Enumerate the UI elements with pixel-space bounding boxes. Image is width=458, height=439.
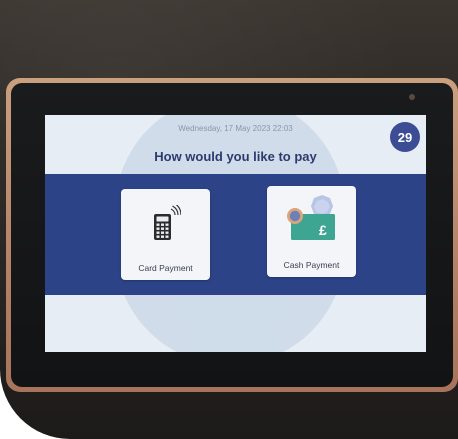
camera-sensor bbox=[409, 94, 415, 100]
card-payment-label: Card Payment bbox=[138, 263, 193, 273]
cash-icon: £ bbox=[287, 195, 335, 240]
touch-screen: Wednesday, 17 May 2023 22:03 29 How woul… bbox=[45, 115, 426, 352]
countdown-badge: 29 bbox=[390, 122, 420, 152]
card-payment-button[interactable]: Card Payment bbox=[121, 189, 210, 280]
datetime-label: Wednesday, 17 May 2023 22:03 bbox=[178, 124, 293, 133]
card-terminal-icon bbox=[154, 205, 181, 240]
cash-payment-button[interactable]: £ Cash Payment bbox=[267, 186, 356, 277]
kiosk-photo: Wednesday, 17 May 2023 22:03 29 How woul… bbox=[0, 0, 458, 439]
pound-symbol: £ bbox=[319, 222, 327, 238]
options-band bbox=[45, 174, 426, 295]
cash-payment-label: Cash Payment bbox=[283, 260, 340, 270]
page-title: How would you like to pay bbox=[154, 149, 317, 164]
